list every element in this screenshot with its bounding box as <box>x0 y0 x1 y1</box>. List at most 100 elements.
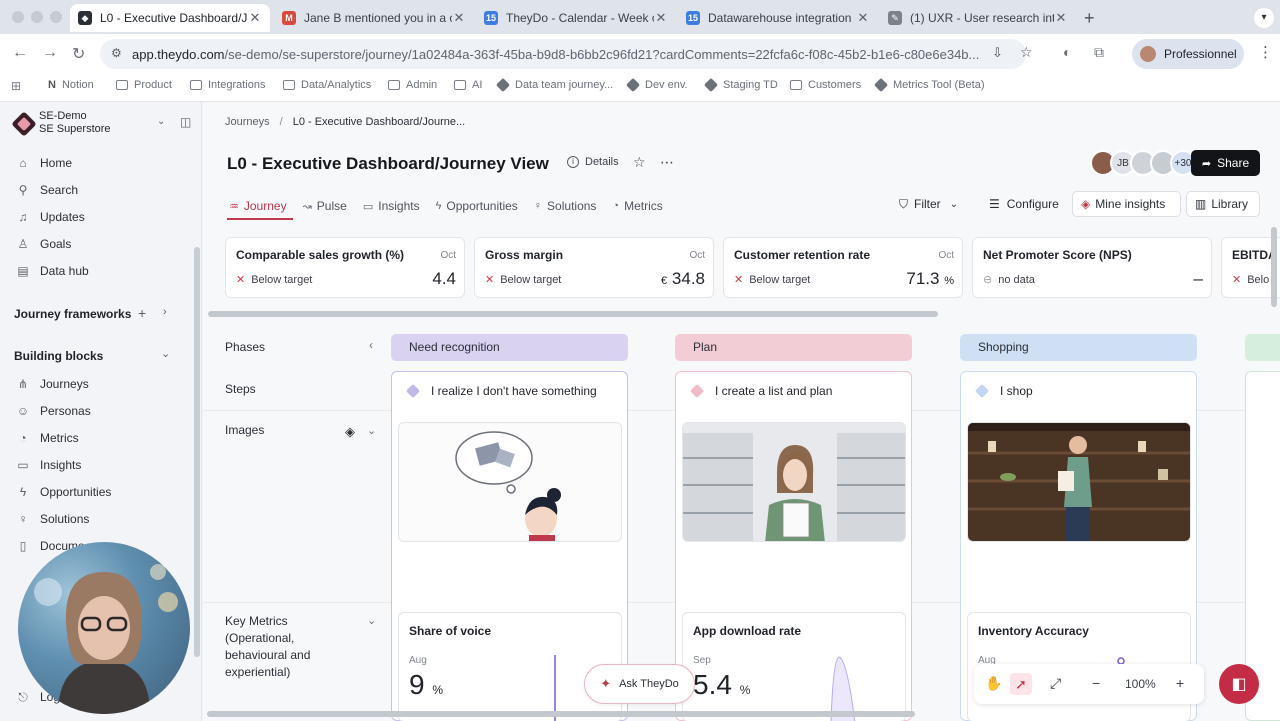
bookmark-staging[interactable]: Staging TD <box>703 77 778 93</box>
browser-tab[interactable]: ✎ (1) UXR - User research interv ✕ <box>880 4 1076 32</box>
zoom-out-icon[interactable]: − <box>1092 675 1100 691</box>
step-card[interactable]: I realize I don't have something <box>405 383 597 399</box>
sidebar-item-insights[interactable]: ▭ Insights <box>16 458 81 472</box>
add-icon[interactable]: + <box>138 305 146 321</box>
puzzle-icon[interactable]: ⧉ <box>1094 44 1104 61</box>
collaborator-avatars[interactable]: JB +30 <box>1090 150 1196 176</box>
vertical-scrollbar[interactable] <box>1271 227 1277 307</box>
chevron-right-icon[interactable]: › <box>163 306 167 318</box>
bookmark-ai[interactable]: AI <box>454 79 482 91</box>
extension-icon[interactable]: ◐ <box>1063 44 1071 60</box>
menu-kebab-icon[interactable]: ⋮ <box>1258 43 1273 61</box>
hand-tool-icon[interactable]: ✋ <box>985 675 1002 692</box>
tab-close-icon[interactable]: ✕ <box>452 10 466 26</box>
step-card[interactable]: I shop <box>974 383 1033 399</box>
chevron-down-icon[interactable]: ⌄ <box>157 116 165 127</box>
fit-screen-icon[interactable]: ⤢ <box>1050 675 1061 692</box>
phase-header[interactable]: Plan <box>675 334 912 361</box>
browser-tab[interactable]: 15 TheyDo - Calendar - Week of ✕ <box>476 4 676 32</box>
new-tab-icon[interactable]: + <box>1084 8 1095 29</box>
details-button[interactable]: i Details <box>567 156 619 168</box>
workspace-switcher[interactable]: SE-Demo SE Superstore <box>39 110 111 136</box>
metric-card[interactable]: Comparable sales growth (%) Oct ✕ Below t… <box>225 237 465 298</box>
sidebar-item-metrics[interactable]: ◔ Metrics <box>16 431 78 445</box>
tab-close-icon[interactable]: ✕ <box>856 10 870 26</box>
mine-insights-button[interactable]: ◈ Mine insights <box>1072 191 1181 217</box>
bookmark-data-analytics[interactable]: Data/Analytics <box>283 79 371 91</box>
sidebar-item-home[interactable]: ⌂ Home <box>16 156 72 170</box>
profile-button[interactable]: Professionnel <box>1132 39 1244 69</box>
bookmark-product[interactable]: Product <box>116 79 172 91</box>
reload-icon[interactable]: ↻ <box>72 44 85 64</box>
metric-card[interactable]: Customer retention rate Oct ✕ Below targe… <box>723 237 963 298</box>
metrics-scrollbar[interactable] <box>208 311 938 317</box>
tab-journey[interactable]: ♒ Journey <box>229 196 287 216</box>
bookmark-data-team[interactable]: Data team journey... <box>495 77 613 93</box>
window-zoom-dot[interactable] <box>50 11 62 23</box>
bookmark-metrics-tool[interactable]: Metrics Tool (Beta) <box>873 77 985 93</box>
tab-opportunities[interactable]: ϟ Opportunities <box>436 196 518 216</box>
tab-solutions[interactable]: ♀ Solutions <box>534 196 597 216</box>
phase-header-partial[interactable] <box>1245 334 1280 361</box>
sidebar-item-opportunities[interactable]: ϟ Opportunities <box>16 485 112 499</box>
theydo-logo-icon[interactable]: ◈ <box>345 424 355 440</box>
library-button[interactable]: ▥ Library <box>1186 191 1260 217</box>
chevron-left-icon[interactable]: ‹ <box>369 338 373 352</box>
horizontal-scrollbar[interactable] <box>207 711 915 717</box>
sidebar-item-search[interactable]: ⚲ Search <box>16 183 78 197</box>
sidebar-item-journeys[interactable]: ⋔ Journeys <box>16 377 89 391</box>
zoom-in-icon[interactable]: + <box>1176 675 1184 691</box>
sidebar-item-personas[interactable]: ☺ Personas <box>16 404 91 418</box>
bookmark-integrations[interactable]: Integrations <box>190 79 265 91</box>
step-image[interactable] <box>398 422 622 542</box>
bookmark-notion[interactable]: N Notion <box>48 79 94 91</box>
forward-icon[interactable]: → <box>42 44 58 62</box>
address-bar[interactable]: ⚙ app.theydo.com/se-demo/se-superstore/j… <box>100 39 1033 69</box>
sidebar-item-goals[interactable]: ♙ Goals <box>16 237 72 251</box>
bookmark-star-icon[interactable]: ☆ <box>1020 44 1033 61</box>
chat-icon[interactable]: ◧ <box>1219 664 1259 704</box>
window-minimize-dot[interactable] <box>31 11 43 23</box>
phase-header[interactable]: Need recognition <box>391 334 628 361</box>
install-icon[interactable]: ⇩ <box>992 45 1003 61</box>
collapse-sidebar-icon[interactable]: ◫ <box>180 115 191 129</box>
tab-insights[interactable]: ▭ Insights <box>363 196 420 216</box>
bookmark-customers[interactable]: Customers <box>790 79 861 91</box>
browser-tab[interactable]: 15 Datawarehouse integration ✕ <box>678 4 878 32</box>
step-image[interactable] <box>967 422 1191 542</box>
step-card[interactable]: I create a list and plan <box>689 383 832 399</box>
metric-card[interactable]: Gross margin Oct ✕ Below target € 34.8 <box>474 237 714 298</box>
filter-button[interactable]: ⛉ Filter ⌄ <box>899 191 958 217</box>
sidebar-item-solutions[interactable]: ♀ Solutions <box>16 512 90 526</box>
bookmark-dev-env[interactable]: Dev env. <box>625 77 688 93</box>
tab-close-icon[interactable]: ✕ <box>1054 10 1068 26</box>
tab-search-icon[interactable]: ▾ <box>1254 8 1274 28</box>
sidebar-item-updates[interactable]: ♫ Updates <box>16 210 85 224</box>
journey-frameworks-heading[interactable]: Journey frameworks <box>14 307 131 321</box>
tab-pulse[interactable]: ↝ Pulse <box>303 196 347 216</box>
chevron-down-icon[interactable]: ⌄ <box>161 347 170 360</box>
chevron-down-icon[interactable]: ⌄ <box>367 614 376 627</box>
tab-close-icon[interactable]: ✕ <box>654 10 668 26</box>
tab-close-icon[interactable]: ✕ <box>248 10 262 26</box>
window-close-dot[interactable] <box>12 11 24 23</box>
back-icon[interactable]: ← <box>12 44 28 62</box>
sidebar-scrollbar[interactable] <box>194 247 200 657</box>
metric-card[interactable]: Net Promoter Score (NPS) ⊖ no data – <box>972 237 1212 298</box>
configure-button[interactable]: ☰ Configure <box>989 191 1059 217</box>
step-image[interactable] <box>682 422 906 542</box>
chevron-down-icon[interactable]: ⌄ <box>367 424 376 437</box>
kpi-card[interactable]: Share of voice Aug 9 % <box>398 612 622 721</box>
more-icon[interactable]: ⋯ <box>660 154 674 171</box>
tab-metrics[interactable]: ◔ Metrics <box>612 196 662 216</box>
sidebar-item-data-hub[interactable]: ▤ Data hub <box>16 264 88 278</box>
ask-theydo-button[interactable]: ✦ Ask TheyDo <box>584 664 695 704</box>
share-button[interactable]: ➦ Share <box>1191 150 1260 176</box>
site-info-icon[interactable]: ⚙ <box>111 46 122 60</box>
breadcrumb-journeys-link[interactable]: Journeys <box>225 116 270 128</box>
phase-header[interactable]: Shopping <box>960 334 1197 361</box>
bookmark-admin[interactable]: Admin <box>388 79 437 91</box>
pointer-tool-icon[interactable]: ➚ <box>1010 673 1032 695</box>
building-blocks-heading[interactable]: Building blocks <box>14 349 103 363</box>
star-icon[interactable]: ☆ <box>633 154 646 171</box>
